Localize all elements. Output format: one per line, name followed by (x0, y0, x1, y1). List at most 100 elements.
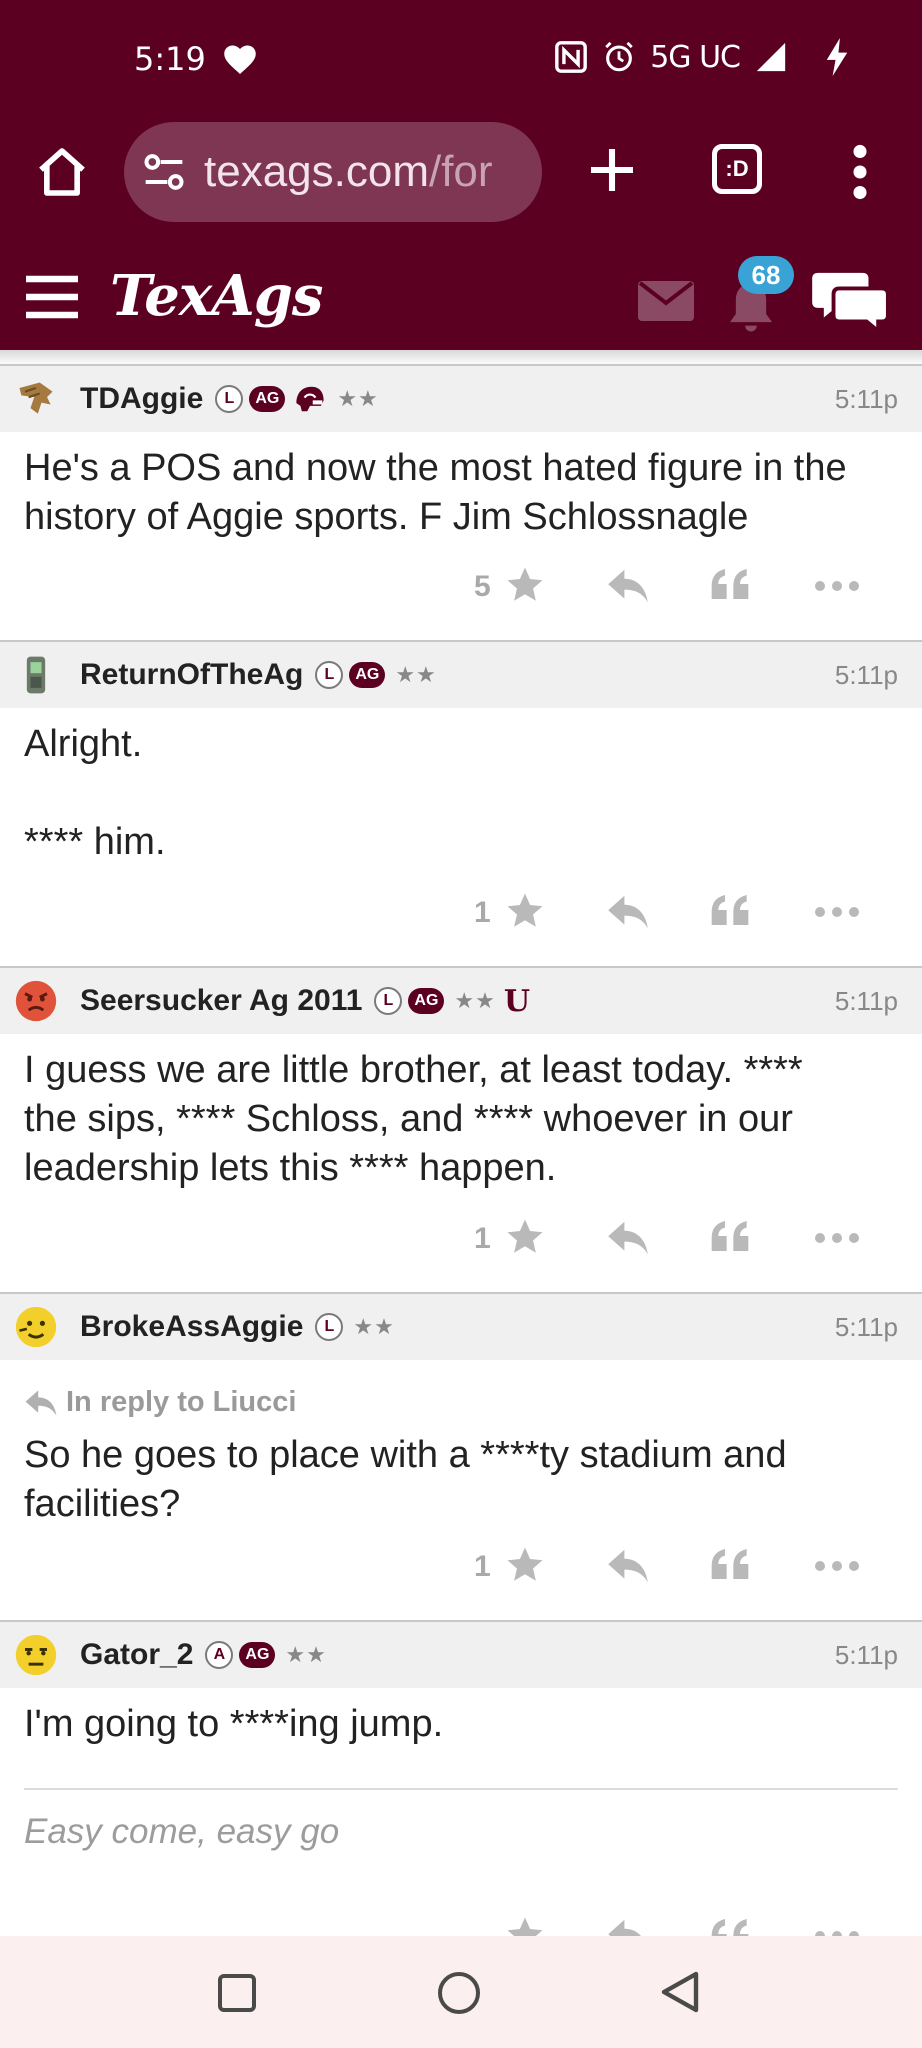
site-settings-icon[interactable] (142, 152, 186, 192)
reply-icon[interactable] (606, 568, 650, 604)
quote-icon[interactable] (710, 1546, 750, 1582)
recent-apps-icon[interactable] (218, 1974, 256, 2012)
browser-chrome: 5:19 5G UC texags.com/for :D TexAgs (0, 0, 922, 350)
post-actions: 1 (474, 1214, 904, 1270)
mail-icon[interactable] (638, 281, 694, 321)
post-actions: 1 (474, 1542, 904, 1598)
post: Gator_2 A AG ★★ 5:11p I'm going to ****i… (0, 1620, 922, 1942)
chat-icon[interactable] (812, 269, 890, 335)
rank-stars: ★★ (285, 1642, 327, 1667)
quote-icon[interactable] (710, 1218, 750, 1254)
star-icon[interactable] (504, 564, 546, 606)
more-icon[interactable] (814, 906, 860, 918)
site-logo[interactable]: TexAgs (110, 263, 323, 329)
badge-a: A (205, 1641, 234, 1669)
quote-icon[interactable] (710, 566, 750, 602)
post-text-line: **** him. (24, 821, 166, 863)
post: TDAggie L AG ★★ 5:11p He's a POS and now… (0, 364, 922, 642)
reply-arrow-icon (25, 1389, 57, 1416)
hamburger-icon[interactable] (24, 275, 80, 319)
post-text-line: So he goes to place with a ****ty stadiu… (24, 1434, 787, 1476)
badge-l: L (315, 1313, 344, 1341)
rank-stars: ★★ (454, 988, 496, 1013)
post-text-line: leadership lets this **** happen. (24, 1147, 557, 1189)
reply-icon[interactable] (606, 1548, 650, 1584)
home-icon[interactable] (34, 144, 90, 200)
reply-icon[interactable] (606, 894, 650, 930)
tab-switcher-icon[interactable]: :D (712, 144, 762, 194)
star-count: 1 (474, 1550, 491, 1583)
new-tab-icon[interactable] (584, 142, 640, 198)
avatar[interactable] (14, 979, 58, 1023)
post-time: 5:11p (834, 986, 898, 1016)
status-icons: 5G UC (554, 38, 850, 76)
back-icon[interactable] (660, 1970, 700, 2014)
badge-ag: AG (249, 386, 286, 412)
heart-icon (224, 45, 256, 74)
in-reply-to-text: In reply to Liucci (66, 1386, 297, 1418)
post-time: 5:11p (834, 1640, 898, 1670)
post-text-line: He's a POS and now the most hated figure… (24, 447, 847, 489)
notification-count-badge[interactable]: 68 (738, 256, 794, 294)
url-host: texags.com (204, 147, 429, 196)
system-nav-bar (0, 1936, 922, 2048)
avatar[interactable] (14, 377, 58, 421)
post-header: TDAggie L AG ★★ 5:11p (0, 366, 922, 432)
address-bar[interactable]: texags.com/for (124, 122, 542, 222)
post-header: ReturnOfTheAg L AG ★★ 5:11p (0, 642, 922, 708)
post-text-line: I guess we are little brother, at least … (24, 1049, 803, 1091)
quote-icon[interactable] (710, 892, 750, 928)
post-text-line: I'm going to ****ing jump. (24, 1703, 444, 1745)
overflow-menu-icon[interactable] (846, 144, 874, 200)
more-icon[interactable] (814, 1560, 860, 1572)
star-count: 5 (474, 570, 491, 603)
signature-divider (24, 1788, 898, 1790)
avatar[interactable] (14, 653, 58, 697)
signature: Easy come, easy go (24, 1812, 340, 1851)
star-icon[interactable] (504, 1216, 546, 1258)
badge-l: L (374, 987, 403, 1015)
post-text-line: Alright. (24, 723, 143, 765)
post-header: Gator_2 A AG ★★ 5:11p (0, 1622, 922, 1688)
post-time: 5:11p (834, 660, 898, 690)
browser-toolbar: texags.com/for :D (0, 122, 922, 222)
post-actions: 1 (474, 888, 904, 944)
home-circle-icon[interactable] (438, 1972, 480, 2014)
post: BrokeAssAggie L ★★ 5:11p In reply to Liu… (0, 1292, 922, 1622)
url-path: /for (428, 147, 493, 196)
star-count: 1 (474, 896, 491, 929)
in-reply-to-link[interactable]: In reply to Liucci (24, 1378, 898, 1427)
alarm-icon (605, 41, 633, 72)
avatar[interactable] (14, 1633, 58, 1677)
star-count: 1 (474, 1222, 491, 1255)
status-time: 5:19 (134, 40, 206, 78)
more-icon[interactable] (814, 1232, 860, 1244)
reply-icon[interactable] (606, 1220, 650, 1256)
signal-icon (756, 42, 786, 72)
star-icon[interactable] (504, 890, 546, 932)
post: Seersucker Ag 2011 L AG ★★ U 5:11p I gue… (0, 966, 922, 1294)
avatar[interactable] (14, 1305, 58, 1349)
network-type: 5G UC (650, 39, 741, 75)
badge-u: U (503, 983, 531, 1019)
post-actions: 5 (474, 562, 904, 618)
rank-stars: ★★ (395, 662, 437, 687)
post-text-line: the sips, **** Schloss, and **** whoever… (24, 1098, 793, 1140)
username[interactable]: Seersucker Ag 2011 (80, 984, 362, 1018)
more-icon[interactable] (814, 580, 860, 592)
post-body: Alright. **** him. (0, 708, 922, 867)
charging-bolt-icon (826, 38, 848, 76)
helmet-icon (296, 386, 324, 412)
post-body: I'm going to ****ing jump. (0, 1688, 922, 1749)
username[interactable]: TDAggie (80, 382, 203, 416)
star-icon[interactable] (504, 1544, 546, 1586)
username[interactable]: Gator_2 (80, 1638, 193, 1672)
username[interactable]: ReturnOfTheAg (80, 658, 303, 692)
post-text-line: facilities? (24, 1483, 181, 1525)
post-time: 5:11p (834, 384, 898, 414)
url-text: texags.com/for (204, 147, 493, 197)
post-text-line (24, 769, 898, 818)
badge-ag: AG (408, 988, 445, 1014)
username[interactable]: BrokeAssAggie (80, 1310, 303, 1344)
rank-stars: ★★ (337, 386, 379, 411)
